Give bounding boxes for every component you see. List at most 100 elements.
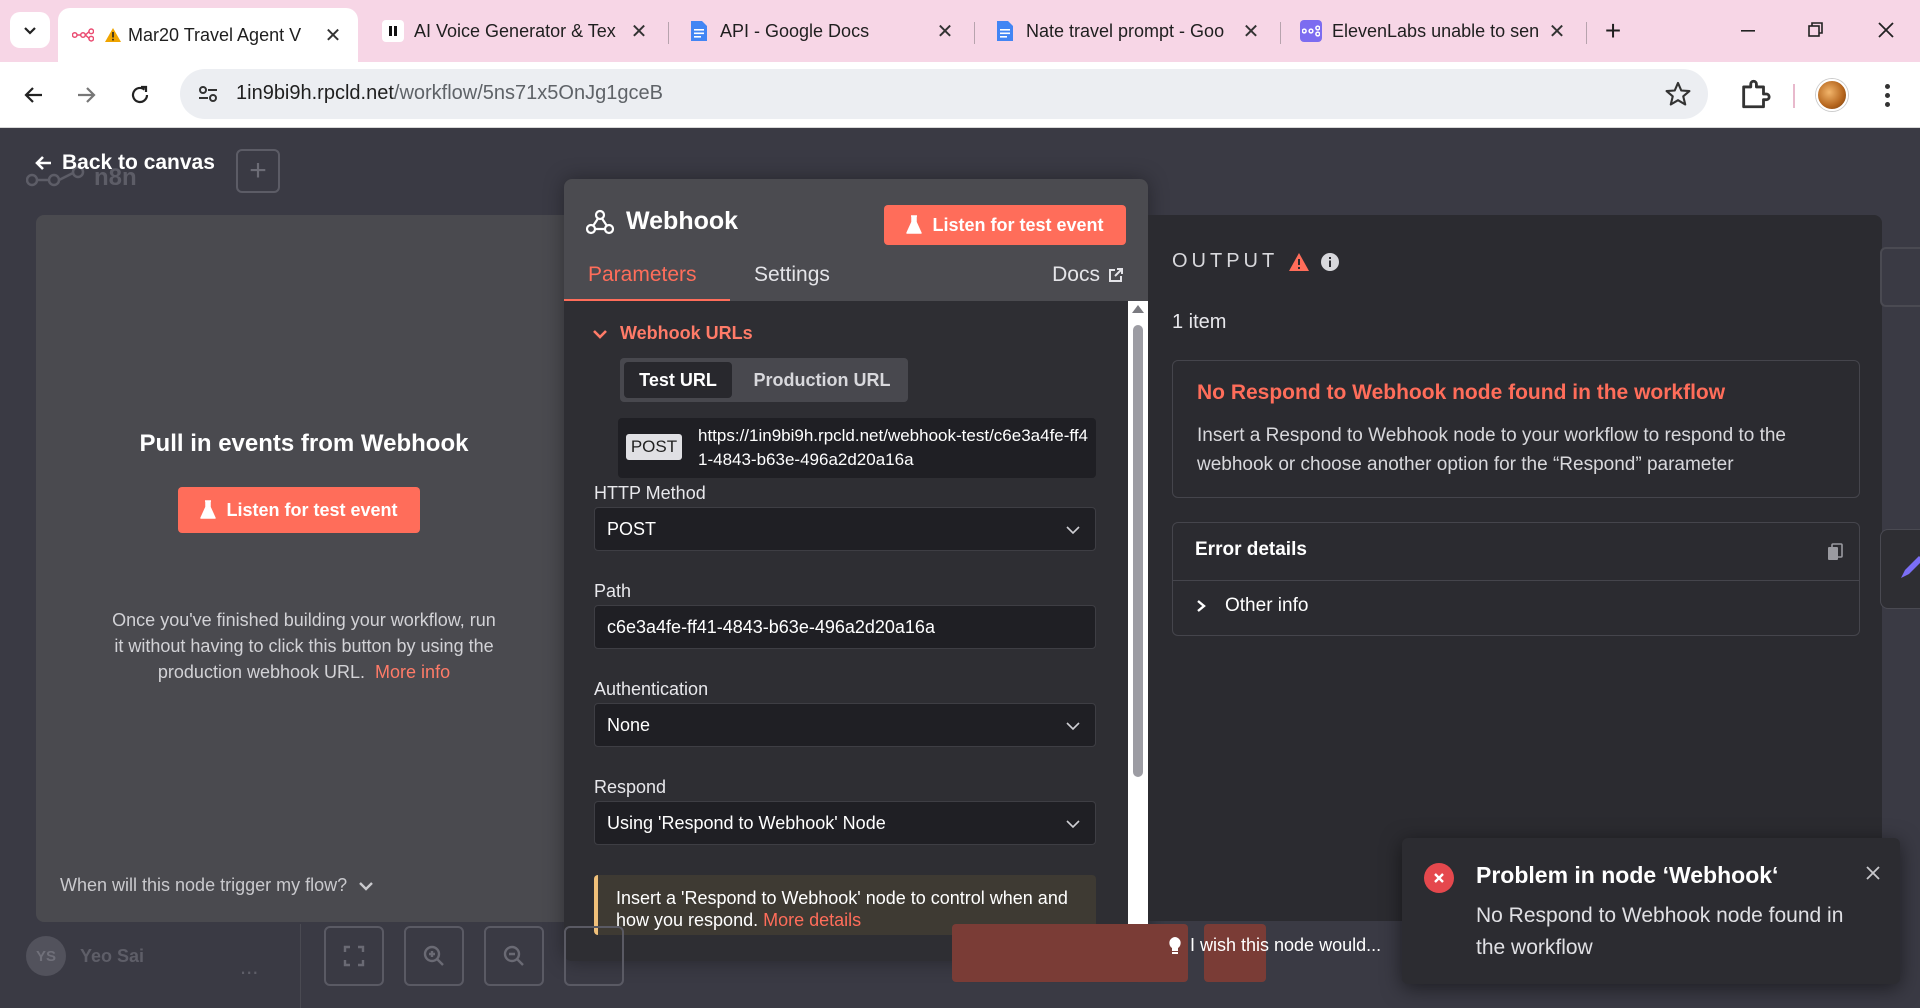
- error-title: No Respond to Webhook node found in the …: [1197, 381, 1726, 404]
- url-host: 1in9bi9h.rpcld.net: [236, 82, 394, 104]
- browser-tab-n8n[interactable]: Mar20 Travel Agent V ✕: [58, 8, 358, 62]
- execute-workflow-button[interactable]: [952, 924, 1188, 982]
- profile-avatar[interactable]: [1816, 79, 1848, 111]
- zoom-to-fit-button[interactable]: [324, 926, 384, 986]
- chevron-down-icon: [593, 329, 607, 339]
- http-method-select[interactable]: POST: [594, 507, 1096, 551]
- tab-title: Mar20 Travel Agent V: [128, 24, 302, 45]
- copy-icon[interactable]: [1827, 543, 1843, 561]
- close-icon[interactable]: ✕: [628, 20, 650, 43]
- address-bar[interactable]: 1in9bi9h.rpcld.net/workflow/5ns71x5OnJg1…: [180, 69, 1708, 119]
- production-url-hint: Once you've finished building your workf…: [106, 607, 502, 685]
- tab-settings[interactable]: Settings: [754, 263, 830, 287]
- chevron-down-icon: [1066, 820, 1080, 829]
- authentication-value: None: [607, 714, 651, 735]
- tab-search-button[interactable]: [10, 12, 50, 48]
- error-description: Insert a Respond to Webhook node to your…: [1197, 425, 1786, 475]
- user-more-button[interactable]: ...: [240, 954, 258, 980]
- plus-icon: +: [249, 154, 267, 187]
- input-panel: Pull in events from Webhook Listen for t…: [36, 215, 572, 922]
- listen-for-test-event-button[interactable]: Listen for test event: [178, 487, 420, 533]
- node-title: Webhook: [586, 207, 738, 236]
- plus-icon: +: [1604, 15, 1622, 46]
- webhook-urls-label: Webhook URLs: [620, 323, 753, 343]
- more-info-link[interactable]: More info: [375, 662, 450, 682]
- chevron-down-icon: [359, 881, 373, 891]
- tab-title: AI Voice Generator & Tex: [414, 20, 616, 41]
- close-icon[interactable]: ✕: [322, 24, 344, 47]
- add-node-button[interactable]: +: [236, 149, 280, 193]
- browser-menu-button[interactable]: [1872, 79, 1902, 111]
- wish-text: I wish this node would...: [1190, 935, 1382, 955]
- extensions-puzzle-icon[interactable]: [1738, 77, 1772, 111]
- close-icon[interactable]: ✕: [934, 20, 956, 43]
- close-icon[interactable]: ✕: [1240, 20, 1262, 43]
- tab-title: Nate travel prompt - Goo: [1026, 20, 1225, 41]
- user-menu[interactable]: YS Yeo Sai: [26, 936, 144, 976]
- bookmark-star-icon[interactable]: [1664, 80, 1692, 108]
- scroll-up-arrow[interactable]: [1132, 305, 1144, 313]
- path-input[interactable]: c6e3a4fe-ff41-4843-b63e-496a2d20a16a: [594, 605, 1096, 649]
- ask-ai-side-button[interactable]: [1880, 529, 1920, 609]
- arrow-left-icon: [35, 156, 51, 170]
- respond-value: Using 'Respond to Webhook' Node: [607, 812, 886, 833]
- forward-button[interactable]: [66, 75, 106, 115]
- node-title-label: Webhook: [626, 207, 739, 235]
- parameters-scrollbar[interactable]: [1128, 301, 1148, 961]
- avatar: YS: [26, 936, 66, 976]
- arrow-left-icon: [24, 87, 42, 103]
- new-tab-button[interactable]: +: [1596, 14, 1630, 48]
- close-icon[interactable]: [1862, 862, 1884, 884]
- minimize-button[interactable]: [1724, 10, 1772, 50]
- zoom-out-button[interactable]: [484, 926, 544, 986]
- n8n-logo-icon: [1300, 20, 1322, 42]
- restore-button[interactable]: [1792, 10, 1840, 50]
- reset-zoom-button[interactable]: [564, 926, 624, 986]
- http-method-badge: POST: [626, 434, 682, 460]
- sidebar-divider: [300, 924, 301, 1008]
- reload-button[interactable]: [120, 75, 160, 115]
- webhook-urls-toggle[interactable]: Webhook URLs: [592, 323, 753, 344]
- webhook-icon: [586, 209, 614, 234]
- browser-tab-ai-voice[interactable]: AI Voice Generator & Tex ✕: [368, 10, 664, 52]
- browser-tab-bar: Mar20 Travel Agent V ✕ AI Voice Generato…: [0, 0, 1920, 62]
- respond-select[interactable]: Using 'Respond to Webhook' Node: [594, 801, 1096, 845]
- parameters-body: Webhook URLs Test URL Production URL POS…: [564, 301, 1128, 961]
- zoom-in-button[interactable]: [404, 926, 464, 986]
- url-type-toggle: Test URL Production URL: [620, 358, 908, 402]
- tab-title: API - Google Docs: [720, 20, 870, 41]
- site-settings-icon[interactable]: [196, 82, 220, 106]
- http-method-label: HTTP Method: [594, 483, 706, 503]
- back-to-canvas-label: Back to canvas: [62, 151, 215, 174]
- toolbar-divider: [1793, 84, 1795, 108]
- tab-title: ElevenLabs unable to sen: [1332, 20, 1538, 41]
- close-window-button[interactable]: [1862, 10, 1910, 50]
- test-url-tab[interactable]: Test URL: [624, 362, 732, 398]
- canvas-side-panel-edge: [1880, 247, 1920, 307]
- back-button[interactable]: [14, 75, 54, 115]
- close-icon[interactable]: ✕: [1546, 20, 1568, 43]
- info-icon[interactable]: [1320, 252, 1340, 272]
- authentication-label: Authentication: [594, 679, 709, 699]
- output-title: OUTPUT: [1172, 250, 1279, 272]
- browser-tab-nate-prompt[interactable]: Nate travel prompt - Goo ✕: [980, 10, 1276, 52]
- back-to-canvas-button[interactable]: Back to canvas: [34, 151, 215, 175]
- listen-for-test-event-button[interactable]: Listen for test event: [884, 205, 1126, 245]
- docs-link[interactable]: Docs: [1052, 263, 1124, 287]
- webhook-url-display[interactable]: POST https://1in9bi9h.rpcld.net/webhook-…: [618, 418, 1096, 478]
- other-info-toggle[interactable]: Other info: [1195, 595, 1308, 617]
- error-toast: Problem in node ‘Webhook‘ No Respond to …: [1402, 838, 1900, 984]
- feedback-wish-link[interactable]: I wish this node would...: [1168, 935, 1381, 956]
- divider: [1173, 580, 1859, 581]
- production-url-tab[interactable]: Production URL: [740, 362, 904, 398]
- webhook-url-text: https://1in9bi9h.rpcld.net/webhook-test/…: [698, 426, 1088, 469]
- warning-icon: [104, 24, 122, 46]
- pen-icon: [1901, 556, 1920, 578]
- tab-parameters[interactable]: Parameters: [588, 263, 697, 287]
- browser-tab-elevenlabs[interactable]: ElevenLabs unable to sen ✕: [1286, 10, 1582, 52]
- browser-tab-api-docs[interactable]: API - Google Docs ✕: [674, 10, 970, 52]
- trigger-question-toggle[interactable]: When will this node trigger my flow?: [60, 875, 375, 896]
- scrollbar-thumb[interactable]: [1133, 325, 1143, 777]
- google-docs-icon: [994, 20, 1016, 42]
- authentication-select[interactable]: None: [594, 703, 1096, 747]
